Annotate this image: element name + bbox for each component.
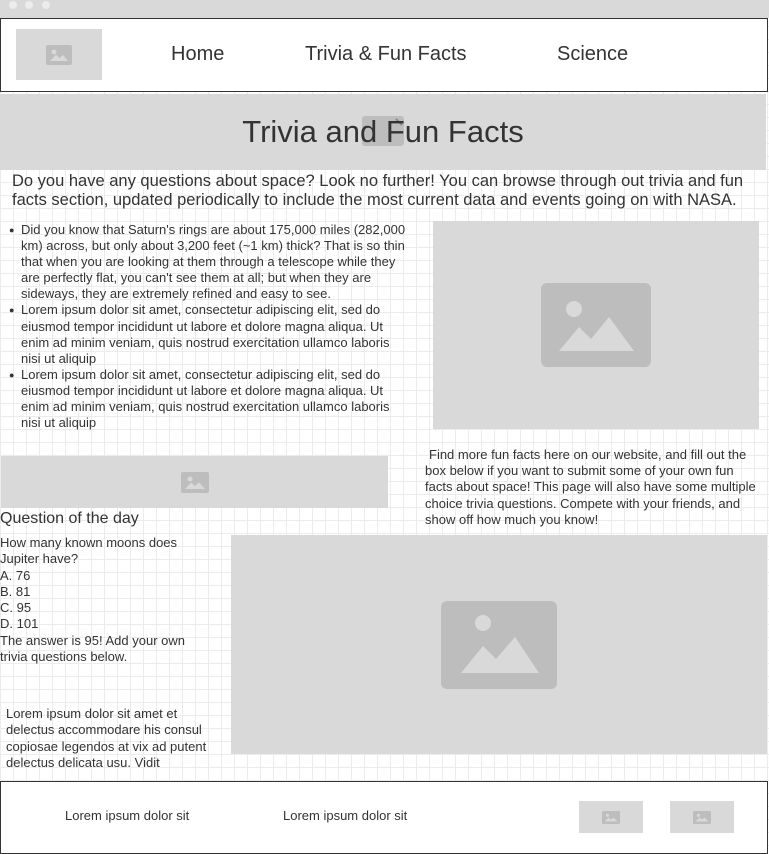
window-titlebar [0,0,769,18]
nav-link-home[interactable]: Home [171,43,224,66]
image-placeholder-icon [46,44,72,65]
answer-option[interactable]: D. 101 [0,616,215,632]
footer-link[interactable]: Lorem ipsum dolor sit [65,808,189,823]
window-control-dot[interactable] [9,1,17,9]
footer-image-placeholder[interactable] [579,801,643,833]
list-item: Lorem ipsum dolor sit amet, consectetur … [9,302,411,366]
image-placeholder-icon [602,810,620,824]
image-placeholder-icon [180,471,209,493]
image-placeholder [433,221,759,429]
image-placeholder [231,535,767,754]
question-block: How many known moons does Jupiter have? … [0,535,215,665]
footer-link[interactable]: Lorem ipsum dolor sit [283,808,407,823]
answer-option[interactable]: C. 95 [0,600,215,616]
list-item: Lorem ipsum dolor sit amet, consectetur … [9,367,411,431]
window-control-dot[interactable] [42,1,50,9]
answer-text: The answer is 95! Add your own trivia qu… [0,632,185,665]
page-title: Trivia and Fun Facts [242,114,524,149]
intro-paragraph: Do you have any questions about space? L… [12,172,744,209]
answer-option[interactable]: B. 81 [0,584,215,600]
footer-image-placeholder[interactable] [670,801,734,833]
image-placeholder [1,456,388,508]
list-item: Did you know that Saturn's rings are abo… [9,222,411,302]
nav-link-trivia[interactable]: Trivia & Fun Facts [305,43,467,66]
image-placeholder-icon [693,810,711,824]
window-control-dot[interactable] [25,1,33,9]
image-placeholder-icon [441,600,557,689]
lorem-paragraph: Lorem ipsum dolor sit amet et delectus a… [6,706,207,770]
question-heading: Question of the day [0,510,139,527]
answer-option[interactable]: A. 76 [0,568,215,584]
facts-list: Did you know that Saturn's rings are abo… [9,222,411,431]
nav-link-science[interactable]: Science [557,43,628,66]
question-text: How many known moons does Jupiter have? [0,535,178,567]
logo-placeholder[interactable] [16,29,102,80]
image-placeholder-icon [541,283,651,367]
side-description: Find more fun facts here on our website,… [425,447,756,527]
